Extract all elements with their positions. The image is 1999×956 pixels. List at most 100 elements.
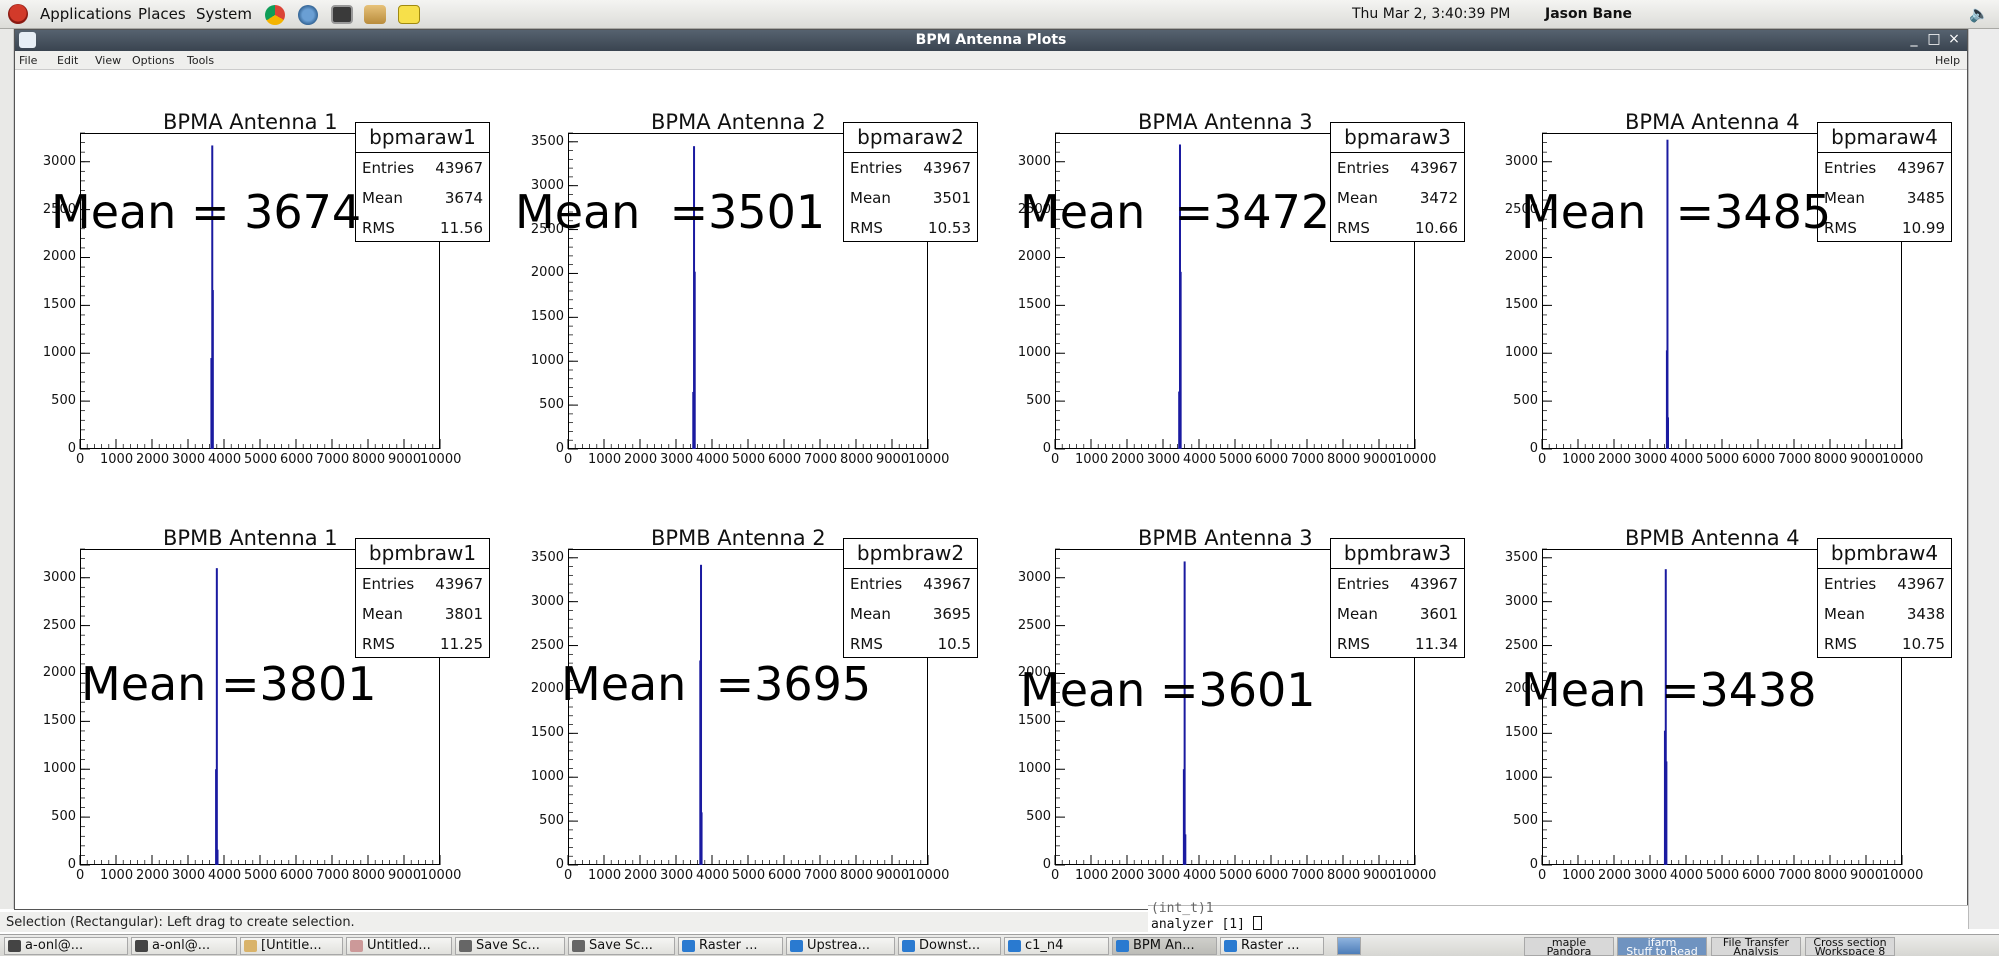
window-titlebar[interactable]: BPM Antenna Plots _ □ ×	[15, 30, 1967, 51]
menu-file[interactable]: File	[19, 54, 37, 67]
x-tick-label: 10000	[1395, 452, 1437, 467]
workspace-switcher-item[interactable]: ifarm Stuff to Read	[1617, 937, 1707, 956]
terminal-launcher-icon[interactable]	[331, 5, 353, 24]
x-tick-label: 7000	[1291, 452, 1325, 467]
x-tick-label: 4000	[1183, 452, 1217, 467]
menu-tools[interactable]: Tools	[187, 54, 214, 67]
y-tick-label: 500	[1026, 393, 1051, 409]
taskbar-window-button[interactable]: [Untitle...	[240, 937, 343, 955]
stats-box[interactable]: bpmaraw1 Entries 43967 Mean 3674 RMS 11.56	[355, 122, 490, 242]
status-bar: Selection (Rectangular): Left drag to cr…	[0, 912, 1150, 932]
system-menu[interactable]: System	[196, 5, 252, 23]
stats-histogram-name: bpmbraw3	[1331, 539, 1464, 569]
user-name[interactable]: Jason Bane	[1545, 6, 1632, 22]
x-tick-label: 1000	[1562, 452, 1596, 467]
text-editor-icon[interactable]	[398, 5, 420, 24]
plot-canvas[interactable]: BPMA Antenna 1 0 500 1000 1500 2000 2500 3000 0 1…	[15, 70, 1967, 909]
text-cursor	[1252, 916, 1262, 930]
x-tick-label: 3000	[1634, 868, 1668, 883]
menu-options[interactable]: Options	[132, 54, 174, 67]
menu-help[interactable]: Help	[1935, 54, 1960, 67]
taskbar-window-button[interactable]: Upstrea...	[786, 937, 895, 955]
file-manager-icon[interactable]	[364, 5, 386, 24]
stats-value: 43967	[1410, 159, 1458, 177]
network-browser-icon[interactable]	[298, 5, 318, 25]
places-menu[interactable]: Places	[138, 5, 186, 23]
top-panel: Applications Places System Thu Mar 2, 3:…	[0, 0, 1999, 29]
stats-box[interactable]: bpmaraw3 Entries 43967 Mean 3472 RMS 10.66	[1330, 122, 1465, 242]
volume-icon[interactable]: 🔈	[1969, 4, 1989, 23]
taskbar-window-button[interactable]: a-onl@...	[4, 937, 128, 955]
chrome-launcher-icon[interactable]	[265, 5, 285, 25]
show-desktop-icon[interactable]	[1337, 937, 1361, 955]
x-tick-label: 8000	[1814, 868, 1848, 883]
x-tick-label: 8000	[840, 868, 874, 883]
workspace-switcher-item[interactable]: Cross section Workspace 8	[1805, 937, 1895, 956]
clock[interactable]: Thu Mar 2, 3:40:39 PM	[1352, 6, 1510, 22]
minimize-button[interactable]: _	[1905, 31, 1923, 47]
terminal-output[interactable]: (int_t)1 analyzer [1]	[1148, 901, 1968, 934]
taskbar-window-button[interactable]: Downst...	[898, 937, 1001, 955]
stats-row-mean: Mean 3695	[844, 599, 977, 629]
stats-box[interactable]: bpmbraw3 Entries 43967 Mean 3601 RMS 11.34	[1330, 538, 1465, 658]
histogram-plot[interactable]: BPMB Antenna 3 0 500 1000 1500 2000 2500 3000 0 1…	[1008, 525, 1498, 915]
x-tick-label: 7000	[1778, 452, 1812, 467]
x-tick-label: 2000	[1598, 868, 1632, 883]
taskbar-window-button[interactable]: Untitled...	[346, 937, 452, 955]
stats-box[interactable]: bpmbraw1 Entries 43967 Mean 3801 RMS 11.25	[355, 538, 490, 658]
x-tick-label: 4000	[696, 452, 730, 467]
close-button[interactable]: ×	[1945, 31, 1963, 47]
taskbar-window-button[interactable]: Raster ...	[1220, 937, 1324, 955]
x-tick-label: 6000	[280, 452, 314, 467]
y-tick-label: 3000	[1017, 153, 1051, 169]
mean-annotation: Mean =3695	[561, 657, 872, 711]
terminal-prompt[interactable]: analyzer [1]	[1151, 916, 1262, 932]
stats-box[interactable]: bpmaraw2 Entries 43967 Mean 3501 RMS 10.53	[843, 122, 978, 242]
x-tick-label: 7000	[316, 452, 350, 467]
histogram-plot[interactable]: BPMA Antenna 4 0 500 1000 1500 2000 2500 3000 0 1…	[1495, 109, 1985, 499]
window-icon	[1008, 940, 1021, 952]
taskbar-window-button[interactable]: Save Sc...	[455, 937, 565, 955]
stats-row-rms: RMS 11.34	[1331, 629, 1464, 659]
y-tick-label: 3000	[42, 153, 76, 169]
menu-view[interactable]: View	[95, 54, 121, 67]
maximize-button[interactable]: □	[1925, 31, 1943, 47]
stats-value: 43967	[1897, 159, 1945, 177]
histogram-plot[interactable]: BPMB Antenna 2 0 500 1000 1500 2000 2500 3000 35…	[521, 525, 1011, 915]
taskbar-window-button[interactable]: BPM An...	[1112, 937, 1217, 955]
taskbar-window-button[interactable]: Save Sc...	[568, 937, 675, 955]
workspace-switcher-item[interactable]: maple Pandora	[1524, 937, 1614, 956]
stats-box[interactable]: bpmbraw2 Entries 43967 Mean 3695 RMS 10.5	[843, 538, 978, 658]
stats-box[interactable]: bpmaraw4 Entries 43967 Mean 3485 RMS 10.99	[1817, 122, 1952, 242]
taskbar-window-button[interactable]: Raster ...	[678, 937, 783, 955]
taskbar-window-button[interactable]: a-onl@...	[131, 937, 237, 955]
histogram-plot[interactable]: BPMB Antenna 4 0 500 1000 1500 2000 2500 3000 35…	[1495, 525, 1985, 915]
histogram-plot[interactable]: BPMA Antenna 1 0 500 1000 1500 2000 2500 3000 0 1…	[33, 109, 523, 499]
mean-annotation: Mean = 3674	[51, 185, 362, 239]
x-tick-label: 1000	[1562, 868, 1596, 883]
mean-annotation: Mean =3485	[1521, 185, 1832, 239]
menu-edit[interactable]: Edit	[57, 54, 78, 67]
histogram-plot[interactable]: BPMB Antenna 1 0 500 1000 1500 2000 2500 3000 0 1…	[33, 525, 523, 915]
stats-value: 10.99	[1902, 219, 1945, 237]
x-tick-label: 3000	[1634, 452, 1668, 467]
applications-menu[interactable]: Applications	[40, 5, 132, 23]
stats-label: Mean	[362, 605, 403, 623]
stats-label: Entries	[362, 575, 415, 593]
workspace-switcher-item[interactable]: File Transfer Analysis	[1711, 937, 1801, 956]
fedora-logo-icon[interactable]	[8, 4, 28, 24]
histogram-plot[interactable]: BPMA Antenna 2 0 500 1000 1500 2000 2500 3000 35…	[521, 109, 1011, 499]
x-tick-label: 5000	[1219, 452, 1253, 467]
taskbar-window-label: [Untitle...	[261, 938, 322, 953]
histogram-bar	[1184, 834, 1187, 865]
stats-box[interactable]: bpmbraw4 Entries 43967 Mean 3438 RMS 10.75	[1817, 538, 1952, 658]
taskbar-window-button[interactable]: c1_n4	[1004, 937, 1109, 955]
x-tick-label: 0	[1538, 452, 1547, 467]
histogram-plot[interactable]: BPMA Antenna 3 0 500 1000 1500 2000 2500 3000 0 1…	[1008, 109, 1498, 499]
window-icon	[1224, 940, 1237, 952]
histogram-bar	[215, 568, 218, 865]
x-tick-label: 10000	[1882, 452, 1924, 467]
x-tick-label: 2000	[1598, 452, 1632, 467]
x-tick-label: 2000	[1111, 868, 1145, 883]
window-menubar: File Edit View Options Tools Help	[15, 51, 1967, 70]
